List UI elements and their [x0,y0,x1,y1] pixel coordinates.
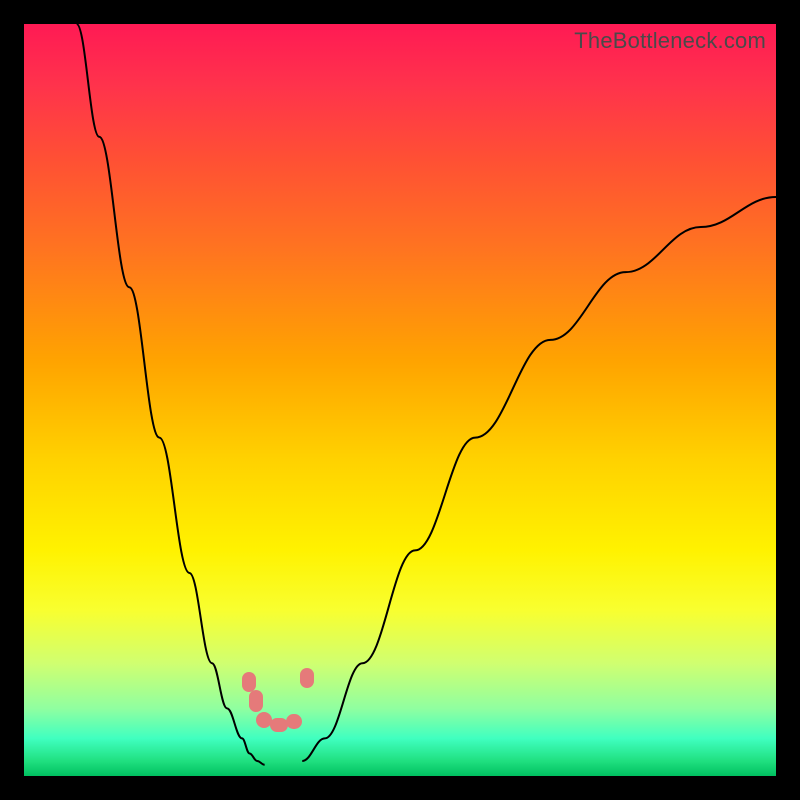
marker-blob [249,690,263,712]
left-curve [77,24,265,765]
marker-blob [300,668,314,688]
curve-layer [24,24,776,776]
marker-blob [286,714,302,729]
chart-frame: TheBottleneck.com [24,24,776,776]
marker-blob [242,672,256,692]
right-curve [302,197,776,761]
